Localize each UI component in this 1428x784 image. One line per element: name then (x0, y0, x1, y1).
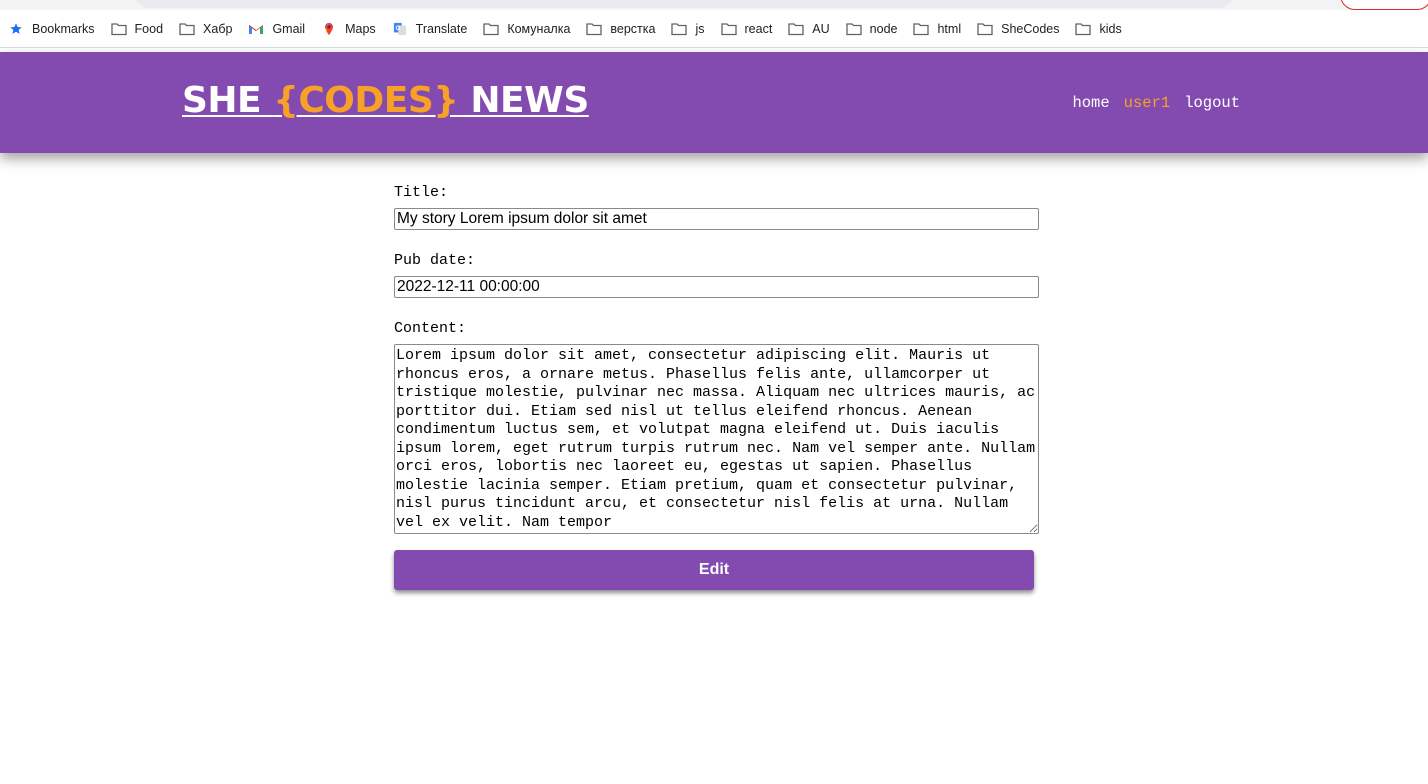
folder-icon (586, 22, 603, 35)
folder-icon (110, 22, 127, 35)
site-header: SHE {CODES} NEWS home user1 logout (0, 52, 1428, 153)
bookmark-shecodes[interactable]: SheCodes (977, 22, 1059, 36)
folder-icon (846, 22, 862, 35)
title-input[interactable] (394, 208, 1039, 230)
maps-icon (325, 22, 334, 35)
bookmark-translate[interactable]: G Translate (392, 21, 468, 36)
folder-icon (179, 22, 195, 35)
bookmark-verstka[interactable]: верстка (586, 22, 655, 36)
bookmark-bookmarks[interactable]: Bookmarks (8, 22, 95, 36)
bookmark-label: верстка (610, 21, 656, 36)
folder-icon (483, 22, 499, 35)
gmail-icon (249, 24, 264, 34)
folder-icon (671, 22, 688, 35)
folder-icon (720, 22, 737, 35)
bookmark-label: js (695, 21, 705, 36)
bookmark-gmail[interactable]: Gmail (248, 22, 305, 36)
bookmark-au[interactable]: AU (788, 21, 830, 36)
bookmark-label: kids (1099, 21, 1122, 36)
folder-icon (1075, 22, 1092, 35)
nav-logout-link[interactable]: logout (1184, 94, 1240, 112)
edit-button[interactable]: Edit (394, 550, 1034, 590)
bookmark-habr[interactable]: Хабр (179, 22, 232, 36)
logo-news: NEWS (458, 80, 589, 121)
folder-icon (913, 22, 930, 35)
bookmark-label: Food (134, 21, 164, 36)
update-button[interactable] (1340, 0, 1428, 10)
logo-she: SHE (182, 80, 274, 121)
bookmark-komunalka[interactable]: Комуналка (483, 22, 570, 36)
bookmark-label: Gmail (272, 21, 306, 36)
bookmark-label: node (869, 21, 898, 36)
title-label: Title: (394, 184, 449, 201)
bookmark-label: AU (812, 21, 830, 36)
bookmark-label: Хабр (203, 21, 233, 36)
bookmark-label: react (744, 21, 773, 36)
bookmark-label: Bookmarks (32, 21, 95, 36)
edit-story-form: Title: Pub date: Content: Lorem ipsum do… (394, 184, 1039, 590)
content-textarea[interactable]: Lorem ipsum dolor sit amet, consectetur … (394, 344, 1039, 534)
bookmark-html[interactable]: html (913, 22, 961, 36)
folder-icon (788, 22, 804, 35)
bookmark-maps[interactable]: Maps (321, 22, 376, 36)
site-logo[interactable]: SHE {CODES} NEWS (182, 80, 589, 121)
bookmark-react[interactable]: react (720, 21, 773, 36)
bookmark-label: Translate (415, 21, 468, 36)
logo-codes: {CODES} (273, 80, 459, 121)
nav-home-link[interactable]: home (1072, 94, 1109, 112)
star-icon (10, 22, 22, 34)
nav-user-link[interactable]: user1 (1124, 94, 1171, 112)
main-nav: home user1 logout (1072, 94, 1240, 112)
translate-icon: G (393, 22, 406, 35)
bookmark-kids[interactable]: kids (1075, 21, 1122, 36)
bookmark-label: Maps (345, 21, 376, 36)
browser-toolbar (0, 0, 1428, 10)
folder-icon (977, 22, 993, 35)
bookmark-label: html (937, 21, 962, 36)
bookmark-node[interactable]: node (846, 21, 898, 36)
pub-date-label: Pub date: (394, 252, 476, 269)
svg-text:G: G (395, 24, 400, 31)
bookmark-js[interactable]: js (671, 21, 705, 36)
bookmark-label: SheCodes (1001, 21, 1060, 36)
bookmark-label: Комуналка (507, 21, 571, 36)
content-label: Content: (394, 320, 467, 337)
address-bar[interactable] (134, 0, 1234, 8)
pub-date-input[interactable] (394, 276, 1039, 298)
bookmarks-bar: Bookmarks Food Хабр Gmail Maps G Transla… (0, 10, 1428, 48)
bookmark-food[interactable]: Food (110, 21, 164, 36)
